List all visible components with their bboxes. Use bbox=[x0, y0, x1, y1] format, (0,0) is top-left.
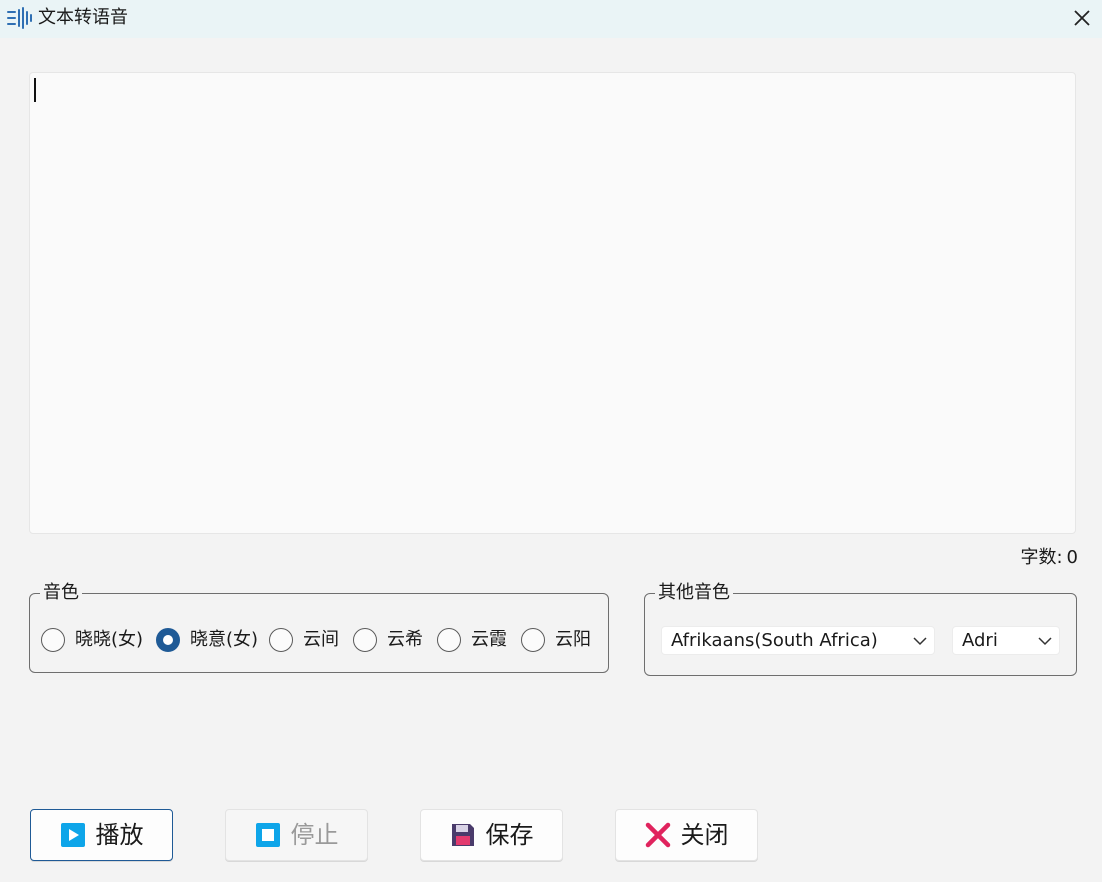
audio-wave-icon bbox=[7, 7, 32, 29]
text-input[interactable] bbox=[29, 72, 1076, 534]
voice-radio-yunyang[interactable]: 云阳 bbox=[521, 627, 591, 653]
text-caret bbox=[34, 78, 36, 102]
char-count-value: 0 bbox=[1066, 547, 1078, 568]
radio-label: 晓意(女) bbox=[190, 629, 259, 650]
other-voice-groupbox: 其他音色 Afrikaans(South Africa) Adri bbox=[644, 580, 1077, 676]
radio-button[interactable] bbox=[41, 628, 65, 652]
stop-icon bbox=[255, 823, 280, 847]
radio-label: 晓晓(女) bbox=[75, 629, 144, 650]
radio-button[interactable] bbox=[353, 628, 377, 652]
save-button[interactable]: 保存 bbox=[420, 809, 563, 861]
voice-group-legend: 音色 bbox=[40, 580, 82, 606]
other-voice-group-legend: 其他音色 bbox=[655, 580, 733, 606]
voice-select-value: Adri bbox=[962, 630, 998, 651]
play-icon bbox=[60, 823, 85, 847]
close-button-label: 关闭 bbox=[680, 821, 729, 849]
save-button-label: 保存 bbox=[485, 821, 534, 849]
stop-button-label: 停止 bbox=[290, 821, 339, 849]
floppy-disk-icon bbox=[451, 824, 474, 846]
char-count: 字数: 0 bbox=[1020, 546, 1078, 570]
radio-button[interactable] bbox=[437, 628, 461, 652]
voice-radio-yunjian[interactable]: 云间 bbox=[269, 627, 339, 653]
language-select[interactable]: Afrikaans(South Africa) bbox=[661, 626, 935, 655]
title-bar: 文本转语音 bbox=[0, 0, 1102, 38]
radio-label: 云间 bbox=[303, 629, 339, 650]
language-select-value: Afrikaans(South Africa) bbox=[671, 630, 878, 651]
voice-radio-yunxi[interactable]: 云希 bbox=[353, 627, 423, 653]
voice-groupbox: 音色 晓晓(女) 晓意(女) 云间 云希 云霞 云阳 bbox=[29, 580, 609, 673]
radio-button[interactable] bbox=[521, 628, 545, 652]
close-button[interactable]: 关闭 bbox=[615, 809, 758, 861]
close-icon[interactable] bbox=[1070, 6, 1094, 30]
voice-radio-xiaoyi[interactable]: 晓意(女) bbox=[156, 627, 258, 653]
radio-label: 云阳 bbox=[555, 629, 591, 650]
radio-label: 云希 bbox=[387, 629, 423, 650]
voice-radio-xiaoxiao[interactable]: 晓晓(女) bbox=[41, 627, 143, 653]
chevron-down-icon bbox=[1038, 637, 1052, 646]
radio-label: 云霞 bbox=[471, 629, 507, 650]
stop-button[interactable]: 停止 bbox=[225, 809, 368, 861]
voice-select[interactable]: Adri bbox=[952, 626, 1060, 655]
voice-radio-yunxia[interactable]: 云霞 bbox=[437, 627, 507, 653]
char-count-label: 字数: bbox=[1020, 547, 1063, 568]
play-button[interactable]: 播放 bbox=[30, 809, 173, 861]
chevron-down-icon bbox=[913, 637, 927, 646]
radio-button-checked[interactable] bbox=[156, 628, 180, 652]
window-title: 文本转语音 bbox=[38, 7, 128, 28]
x-icon bbox=[645, 822, 670, 848]
radio-button[interactable] bbox=[269, 628, 293, 652]
play-button-label: 播放 bbox=[95, 821, 144, 849]
